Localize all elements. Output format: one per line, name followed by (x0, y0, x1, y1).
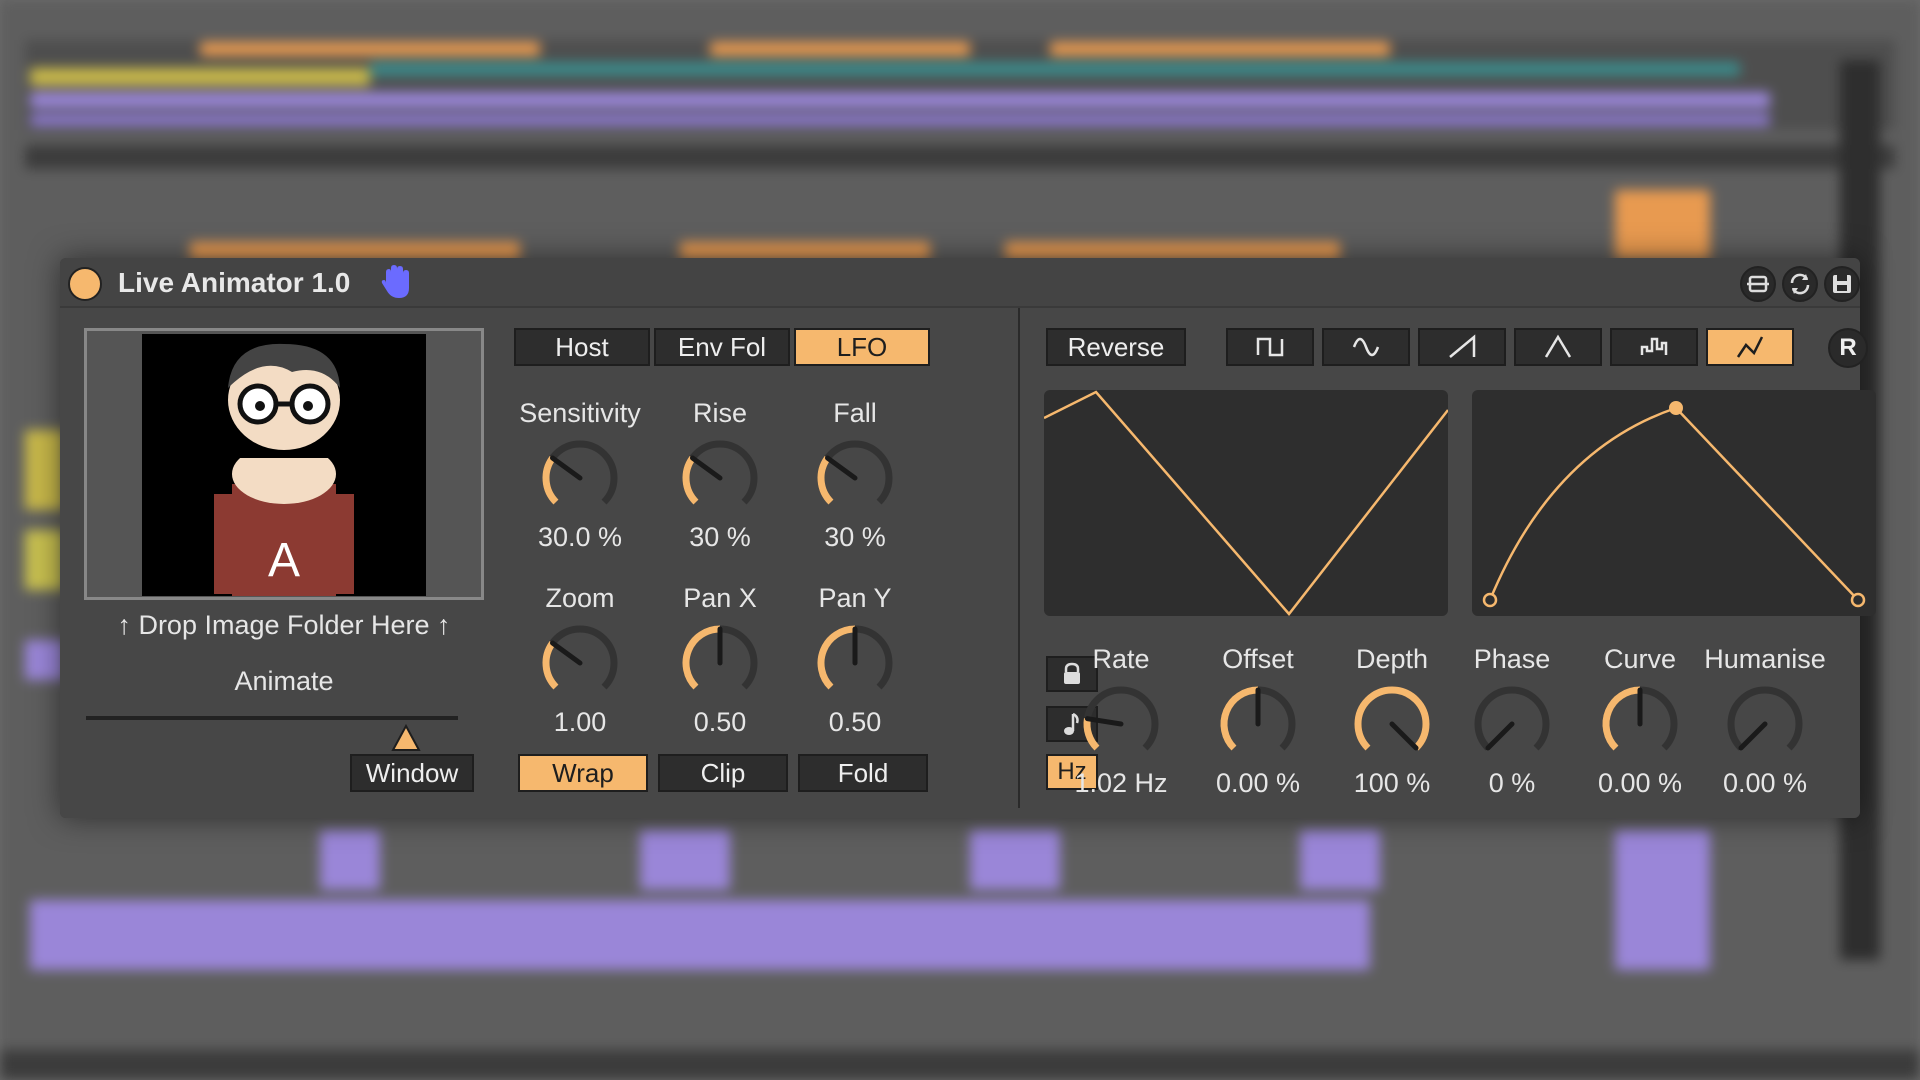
window-button[interactable]: Window (350, 754, 474, 792)
refresh-icon[interactable] (1782, 266, 1818, 302)
character-preview: A (142, 334, 426, 596)
reverse-button[interactable]: Reverse (1046, 328, 1186, 366)
tab-lfo[interactable]: LFO (794, 328, 930, 366)
sensitivity-label: Sensitivity (519, 398, 641, 428)
tab-env-fol[interactable]: Env Fol (654, 328, 790, 366)
section-divider (1018, 308, 1020, 808)
device-titlebar: Live Animator 1.0 (60, 258, 1860, 306)
humanise-label: Humanise (1704, 644, 1826, 674)
pan-y-knob[interactable] (813, 621, 897, 705)
zoom-label: Zoom (545, 583, 615, 613)
lfo-waveform-display (1043, 390, 1449, 616)
humanise-value: 0.00 % (1722, 768, 1808, 798)
r-button[interactable]: R (1828, 328, 1868, 368)
square-wave-icon[interactable] (1226, 328, 1314, 366)
fall-value: 30 % (824, 522, 886, 552)
power-led-icon[interactable] (68, 267, 102, 301)
sensitivity-value: 30.0 % (537, 522, 623, 552)
fold-button[interactable]: Fold (798, 754, 928, 792)
zoom-value: 1.00 (553, 707, 607, 737)
saw-wave-icon[interactable] (1418, 328, 1506, 366)
zoom-knob[interactable] (538, 621, 622, 705)
device-title: Live Animator 1.0 (118, 267, 351, 298)
custom-wave-icon[interactable] (1706, 328, 1794, 366)
rise-knob[interactable] (678, 436, 762, 520)
fall-knob[interactable] (813, 436, 897, 520)
fall-label: Fall (833, 398, 877, 428)
rate-label: Rate (1092, 644, 1150, 674)
wrap-button[interactable]: Wrap (518, 754, 648, 792)
sensitivity-knob[interactable] (538, 436, 622, 520)
pan-x-knob[interactable] (678, 621, 762, 705)
tab-host[interactable]: Host (514, 328, 650, 366)
depth-knob[interactable] (1350, 682, 1434, 766)
pin-icon[interactable] (1740, 266, 1776, 302)
curve-knob[interactable] (1598, 682, 1682, 766)
phase-knob[interactable] (1470, 682, 1554, 766)
hand-icon (381, 265, 409, 298)
live-animator-device: Live Animator 1.0 A ↑ Drop Image Folder … (60, 258, 1876, 818)
image-drop-zone[interactable]: A (84, 328, 484, 600)
pan-y-value: 0.50 (828, 707, 882, 737)
rate-value: 1.02 Hz (1074, 768, 1168, 798)
device-body: A ↑ Drop Image Folder Here ↑ Animate Win… (60, 308, 1876, 818)
clip-button[interactable]: Clip (658, 754, 788, 792)
drop-folder-label: ↑ Drop Image Folder Here ↑ (117, 610, 451, 640)
animate-label: Animate (234, 666, 334, 696)
rate-knob[interactable] (1079, 682, 1163, 766)
triangle-wave-icon[interactable] (1514, 328, 1602, 366)
custom-shape-editor[interactable] (1472, 390, 1876, 616)
animate-slider-track[interactable] (86, 716, 458, 720)
offset-knob[interactable] (1216, 682, 1300, 766)
animate-slider-handle[interactable] (391, 724, 421, 752)
pan-y-label: Pan Y (818, 583, 892, 613)
random-wave-icon[interactable] (1610, 328, 1698, 366)
sine-wave-icon[interactable] (1322, 328, 1410, 366)
humanise-knob[interactable] (1723, 682, 1807, 766)
save-icon[interactable] (1824, 266, 1860, 302)
svg-text:A: A (268, 534, 300, 587)
